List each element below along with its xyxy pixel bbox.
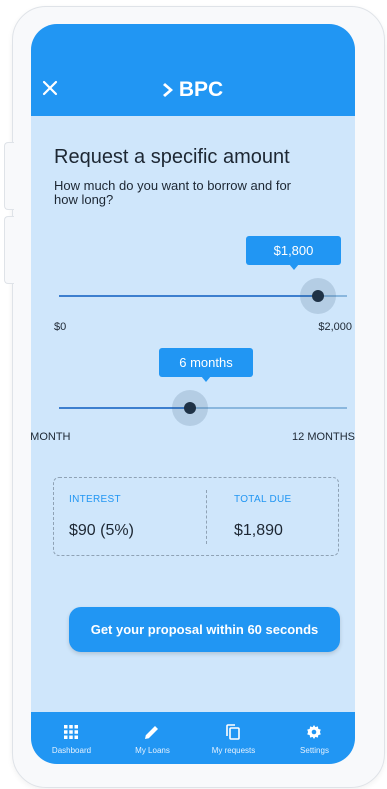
gear-icon [307, 725, 321, 739]
amount-value-bubble: $1,800 [246, 236, 341, 270]
pencil-icon [145, 726, 158, 739]
term-max-label: 12 MONTHS [292, 431, 355, 443]
bottom-navigation: Dashboard My Loans My requests Settings [31, 712, 355, 764]
term-value-bubble: 6 months [159, 348, 253, 382]
nav-label-my-requests: My requests [211, 746, 256, 755]
brand-logo: BPC [31, 78, 355, 102]
copy-icon [226, 724, 240, 740]
total-due-value: $1,890 [234, 522, 283, 539]
chevron-right-icon [162, 83, 173, 97]
term-min-label: 1 MONTH [31, 431, 71, 443]
nav-label-settings: Settings [300, 746, 329, 755]
nav-label-my-loans: My Loans [135, 746, 170, 755]
page-title: Request a specific amount [54, 146, 290, 168]
loan-summary: INTEREST $90 (5%) TOTAL DUE $1,890 [53, 477, 339, 556]
total-due-label: TOTAL DUE [234, 494, 292, 505]
interest-value: $90 (5%) [69, 522, 134, 539]
nav-item-my-loans[interactable]: My Loans [112, 712, 193, 764]
interest-label: INTEREST [69, 494, 121, 505]
app-header: BPC [31, 24, 355, 116]
phone-side-button [4, 216, 14, 284]
nav-item-dashboard[interactable]: Dashboard [31, 712, 112, 764]
page-subtitle: How much do you want to borrow and for h… [54, 178, 292, 207]
term-slider-thumb[interactable] [171, 390, 208, 426]
app-screen: BPC Request a specific amount How much d… [31, 24, 355, 764]
nav-item-my-requests[interactable]: My requests [193, 712, 274, 764]
amount-min-label: $0 [54, 321, 67, 333]
term-slider-fill [59, 407, 190, 409]
nav-label-dashboard: Dashboard [51, 746, 92, 755]
amount-slider-fill [59, 295, 319, 297]
amount-slider-thumb[interactable] [300, 278, 337, 314]
brand-name: BPC [178, 78, 224, 101]
summary-divider [206, 490, 207, 544]
amount-max-label: $2,000 [318, 321, 352, 333]
grid-icon [64, 725, 78, 739]
nav-item-settings[interactable]: Settings [274, 712, 355, 764]
get-proposal-button[interactable]: Get your proposal within 60 seconds [69, 607, 340, 652]
phone-side-button [4, 142, 14, 210]
